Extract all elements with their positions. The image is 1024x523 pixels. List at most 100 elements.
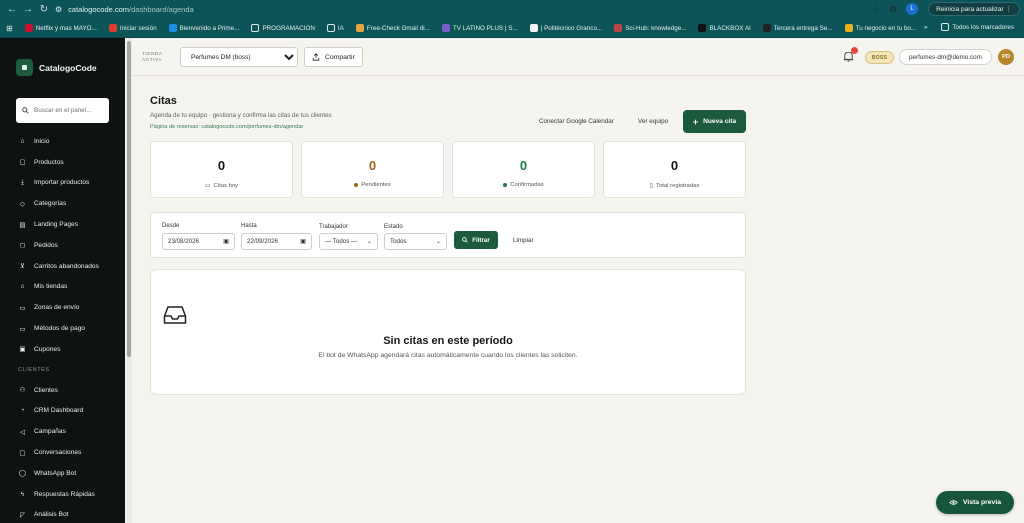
sidebar-item-label: Categorías [34, 200, 67, 208]
clear-button[interactable]: Limpiar [513, 237, 534, 244]
favicon-icon [698, 24, 707, 32]
sidebar-item-label: Landing Pages [34, 221, 78, 229]
chevron-down-icon: ⌄ [366, 238, 372, 245]
bookmark-item[interactable]: Sci-Hub: knowledge... [608, 24, 692, 32]
favicon-icon [24, 24, 33, 32]
sidebar-item-label: Carritos abandonados [34, 262, 99, 270]
sidebar-item-users[interactable]: ⚇ Clientes [18, 380, 118, 401]
bookmark-item[interactable]: Netflix y mas MAYO... [19, 24, 103, 32]
apps-icon[interactable]: ⊞ [0, 24, 19, 33]
chart-icon: ◸ [19, 511, 26, 519]
bookmark-item[interactable]: IA [321, 24, 350, 32]
sidebar-item-home[interactable]: ⌂ Inicio [18, 131, 118, 152]
worker-select[interactable]: — Todos — ⌄ [319, 233, 378, 250]
connect-google-calendar-link[interactable]: Conectar Google Calendar [539, 118, 614, 125]
stat-value: 0 [368, 158, 377, 173]
sidebar-item-chat[interactable]: ▢ Conversaciones [18, 442, 118, 463]
from-date-input[interactable]: 23/08/2026 ▣ [162, 233, 235, 250]
sidebar-item-tag[interactable]: ◇ Categorías [18, 193, 118, 214]
to-date-input[interactable]: 22/09/2026 ▣ [241, 233, 312, 250]
view-team-link[interactable]: Ver equipo [638, 118, 668, 125]
crm-icon: ◔ [20, 407, 25, 415]
sidebar-item-crm[interactable]: ◔ CRM Dashboard [18, 401, 118, 422]
back-icon[interactable]: ← [4, 4, 20, 15]
bookmark-label: Free-Check Gmail di... [366, 24, 430, 32]
sidebar-item-cart[interactable]: ⊻ Carritos abandonados [18, 256, 118, 277]
store-select[interactable]: Perfumes DM (boss) [180, 47, 298, 67]
bookmark-item[interactable]: Tercera entrega Se... [757, 24, 839, 32]
scrollbar-thumb[interactable] [127, 41, 131, 357]
bookmark-item[interactable]: Free-Check Gmail di... [350, 24, 436, 32]
stat-value: 0 [519, 158, 528, 173]
sidebar-item-whatsapp[interactable]: ◯ WhatsApp Bot [18, 463, 118, 484]
site-info-icon[interactable]: ⚙ [55, 5, 62, 14]
bookmark-item[interactable]: Tu negocio en tu bo... [839, 24, 923, 32]
all-bookmarks[interactable]: Todos los marcadores [935, 23, 1020, 31]
calendar-icon[interactable]: ▣ [223, 238, 229, 245]
bookmark-item[interactable]: PROGRAMACION [245, 24, 320, 32]
status-dot-icon [354, 183, 359, 187]
bookmark-item[interactable]: | Politécnico Granco... [524, 24, 608, 32]
search-icon [462, 237, 468, 243]
stat-value: 0 [217, 158, 226, 173]
forward-icon[interactable]: → [20, 4, 36, 15]
notification-dot [851, 47, 858, 54]
sidebar-item-megaphone[interactable]: ◁ Campañas [18, 421, 118, 442]
bookmark-item[interactable]: Bienvenido a Prime... [163, 24, 246, 32]
bookmark-label: Netflix y mas MAYO... [35, 24, 97, 32]
update-button[interactable]: Reinicia para actualizar ⋮ [928, 2, 1020, 16]
sidebar-item-layout[interactable]: ▤ Landing Pages [18, 214, 118, 235]
sidebar-search[interactable] [16, 98, 109, 123]
cart-icon: ⊻ [20, 263, 25, 271]
sidebar-item-ticket[interactable]: ▣ Cupones [18, 339, 118, 360]
preview-button[interactable]: Vista previa [936, 491, 1014, 514]
extensions-icon[interactable]: ⧉ [890, 4, 896, 15]
bookmark-item[interactable]: BLACKBOX AI [692, 24, 756, 32]
clipboard-icon: ▯ [649, 183, 654, 189]
sidebar-item-bag[interactable]: ◻ Pedidos [18, 235, 118, 256]
sidebar-item-chart[interactable]: ◸ Análisis Bot [18, 505, 118, 523]
plus-icon: + [692, 116, 699, 127]
share-button[interactable]: Compartir [304, 47, 363, 67]
bookmark-item[interactable]: Iniciar sesión [103, 24, 163, 32]
status-select[interactable]: Todos ⌄ [384, 233, 447, 250]
star-icon[interactable]: ☆ [872, 4, 880, 15]
sidebar-item-import[interactable]: ⤓ Importar productos [18, 173, 118, 194]
sidebar-item-card[interactable]: ▭ Métodos de pago [18, 318, 118, 339]
reload-icon[interactable]: ↻ [36, 4, 52, 15]
new-appointment-label: Nueva cita [703, 118, 737, 125]
favicon-icon [108, 24, 117, 32]
booking-page-link[interactable]: Página de reservas: catalogocode.com/per… [150, 124, 303, 130]
sidebar-item-box[interactable]: ▢ Productos [18, 152, 118, 173]
stat-card: 0 Pendientes [301, 141, 444, 198]
bookmarks-more[interactable]: » [924, 24, 928, 31]
filter-button[interactable]: Filtrar [454, 231, 498, 249]
chat-icon: ▢ [19, 449, 26, 457]
tag-icon: ◇ [19, 200, 26, 208]
bookmark-item[interactable]: TV LATINO PLUS | S... [436, 24, 524, 32]
filter-label: Filtrar [472, 236, 490, 244]
sidebar-item-label: Campañas [34, 428, 66, 436]
bookmarks-bar: ⊞ Netflix y mas MAYO... Iniciar sesión Bie… [0, 19, 1024, 38]
address-bar[interactable]: ⚙ catalogocode.com/dashboard/agenda [55, 2, 875, 17]
sidebar-search-input[interactable] [34, 107, 104, 114]
sidebar-item-truck[interactable]: ▭ Zonas de envío [18, 297, 118, 318]
calendar-icon[interactable]: ▣ [300, 238, 306, 245]
eye-icon [949, 500, 958, 505]
favicon-icon [168, 24, 177, 32]
stat-label: Confirmadas [453, 182, 594, 188]
bookmark-label: IA [337, 24, 344, 32]
sidebar-item-bolt[interactable]: ϟ Respuestas Rápidas [18, 484, 118, 505]
user-avatar[interactable]: PD [998, 49, 1014, 65]
user-email[interactable]: perfumes-dm@demo.com [899, 49, 992, 65]
preview-label: Vista previa [962, 499, 1002, 506]
sidebar-menu: ⌂ Inicio ▢ Productos ⤓ Importar productos ◇ Cat… [18, 131, 118, 523]
brand-name: CatalogoCode [39, 62, 97, 73]
profile-avatar[interactable]: L [906, 3, 919, 15]
sidebar-scrollbar[interactable] [126, 38, 132, 523]
bookmark-label: | Politécnico Granco... [540, 24, 603, 32]
layout-icon: ▤ [19, 221, 26, 229]
brand[interactable]: CatalogoCode [16, 59, 97, 76]
new-appointment-button[interactable]: + Nueva cita [683, 110, 746, 133]
sidebar-item-store[interactable]: ⌂ Mis tiendas [18, 277, 118, 298]
